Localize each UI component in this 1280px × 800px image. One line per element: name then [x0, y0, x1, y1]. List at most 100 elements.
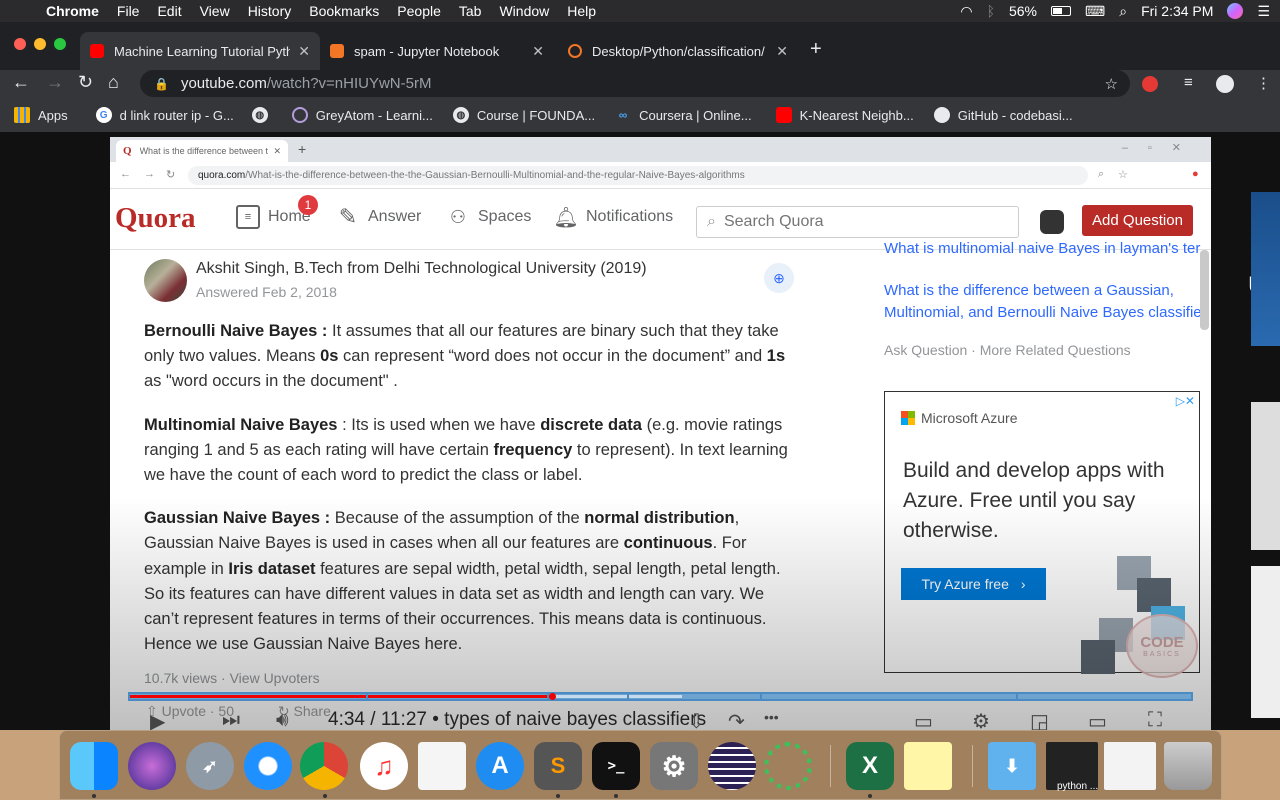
menu-people[interactable]: People — [397, 3, 441, 19]
recommended-thumbnail[interactable] — [1251, 402, 1280, 550]
play-icon[interactable]: ▶ — [150, 709, 165, 730]
launchpad-icon[interactable]: ➶ — [186, 742, 234, 790]
tab-youtube[interactable]: Machine Learning Tutorial Pyth ✕ — [80, 32, 320, 70]
lock-icon[interactable]: 🔒 — [154, 77, 169, 91]
terminal-icon[interactable]: >_ — [592, 742, 640, 790]
bookmark-dlink[interactable]: G d link router ip - G... — [95, 107, 234, 123]
wifi-icon[interactable]: ◠ — [960, 3, 972, 20]
system-preferences-icon[interactable]: ⚙ — [650, 742, 698, 790]
menu-help[interactable]: Help — [567, 3, 596, 19]
chapter-marker — [1015, 694, 1018, 699]
answer-views: 10.7k views · View Upvoters — [144, 670, 320, 687]
reload-icon: ↻ — [166, 169, 176, 181]
jupyter-icon — [568, 44, 582, 58]
trash-icon[interactable] — [1164, 742, 1212, 790]
notification-center-icon[interactable]: ☰ — [1257, 3, 1270, 20]
downloads-folder-icon[interactable]: ⬇ — [988, 742, 1036, 790]
tab-close-icon[interactable]: ✕ — [776, 43, 788, 60]
bookmark-coursera[interactable]: ∞ Coursera | Online... — [615, 107, 752, 123]
notes-icon[interactable] — [904, 742, 952, 790]
tab-jupyter-classification[interactable]: Desktop/Python/classification/ ✕ — [558, 32, 798, 70]
up-next-thumbnail[interactable] — [1251, 192, 1280, 346]
tab-jupyter-spam[interactable]: spam - Jupyter Notebook ✕ — [320, 32, 554, 70]
bookmark-greyatom[interactable]: GreyAtom - Learni... — [291, 107, 433, 123]
bluetooth-icon[interactable]: ᛒ — [987, 3, 995, 19]
miniplayer-icon[interactable]: ◲ — [1030, 709, 1049, 730]
siri-icon[interactable] — [1227, 3, 1244, 19]
chrome-menu-icon[interactable]: ⋮ — [1256, 74, 1271, 92]
excel-window-thumbnail[interactable] — [1104, 742, 1156, 790]
window-close-button[interactable] — [14, 38, 26, 50]
played-bar — [130, 695, 553, 698]
youtube-icon — [775, 107, 792, 123]
menubar-clock[interactable]: Fri 2:34 PM — [1141, 3, 1213, 19]
theater-mode-icon[interactable]: ▭ — [1088, 709, 1107, 730]
next-icon[interactable]: ⏭ — [222, 709, 240, 730]
bookmark-globe[interactable]: ◍ — [251, 107, 276, 123]
anaconda-icon[interactable] — [764, 742, 812, 790]
tab-close-icon[interactable]: ✕ — [532, 43, 544, 60]
profile-avatar-icon[interactable] — [1216, 75, 1234, 93]
quora-nav-label: Answer — [368, 208, 422, 225]
video-player[interactable]: Q What is the difference between t ✕ + –… — [110, 137, 1211, 730]
codebasics-watermark: CODE BASICS — [1126, 614, 1198, 678]
safari-icon[interactable] — [244, 742, 292, 790]
bold-term: Iris dataset — [228, 559, 316, 578]
menu-edit[interactable]: Edit — [157, 3, 181, 19]
jupyter-icon — [330, 44, 344, 58]
back-arrow-icon[interactable]: ← — [12, 72, 30, 93]
address-bar[interactable]: 🔒 youtube.com /watch?v=nHIUYwN-5rM ☆ — [140, 70, 1130, 97]
menu-window[interactable]: Window — [499, 3, 549, 19]
subtitles-icon[interactable]: ▭ — [914, 709, 933, 730]
menu-history[interactable]: History — [248, 3, 292, 19]
keyboard-icon[interactable]: ⌨ — [1085, 3, 1105, 20]
fullscreen-icon[interactable]: ⛶ — [1148, 709, 1162, 730]
chrome-toolbar: ← → ↻ ⌂ 🔒 youtube.com /watch?v=nHIUYwN-5… — [0, 70, 1280, 98]
tab-title: Machine Learning Tutorial Pyth — [114, 43, 291, 59]
excel-icon[interactable]: X — [846, 742, 894, 790]
bookmark-github[interactable]: GitHub - codebasi... — [933, 107, 1073, 123]
siri-icon[interactable] — [128, 742, 176, 790]
home-icon[interactable]: ⌂ — [108, 72, 119, 93]
media-queue-icon[interactable]: ≡ — [1184, 74, 1193, 91]
bookmark-star-icon[interactable]: ☆ — [1105, 75, 1118, 93]
macos-dock: ➶ ♫ A S >_ ⚙ X ⬇ python ... — [59, 730, 1222, 800]
battery-percent[interactable]: 56% — [1009, 3, 1037, 19]
reload-icon[interactable]: ↻ — [78, 72, 93, 93]
bookmark-label: Apps — [38, 107, 68, 123]
recommended-thumbnail[interactable] — [1251, 566, 1280, 718]
chrome-icon[interactable] — [300, 742, 348, 790]
video-progress-bar[interactable] — [128, 692, 1193, 701]
add-question-button: Add Question — [1082, 205, 1193, 236]
sublime-icon[interactable]: S — [534, 742, 582, 790]
author-avatar — [144, 259, 187, 302]
menu-view[interactable]: View — [200, 3, 230, 19]
chapter-marker — [626, 694, 629, 699]
preview-icon[interactable] — [418, 742, 466, 790]
bookmark-knn[interactable]: K-Nearest Neighb... — [775, 107, 914, 123]
finder-icon[interactable] — [70, 742, 118, 790]
eclipse-icon[interactable] — [708, 742, 756, 790]
menu-app-name[interactable]: Chrome — [46, 3, 99, 19]
bookmark-course[interactable]: ◍ Course | FOUNDA... — [452, 107, 595, 123]
tab-close-icon[interactable]: ✕ — [298, 43, 310, 60]
settings-gear-icon[interactable]: ⚙ — [972, 709, 990, 730]
microsoft-logo-square — [901, 411, 908, 418]
itunes-icon[interactable]: ♫ — [360, 742, 408, 790]
bookmark-label: GitHub - codebasi... — [957, 107, 1073, 123]
menu-tab[interactable]: Tab — [459, 3, 482, 19]
chapter-title[interactable]: types of naive bayes classifiers — [444, 709, 706, 730]
battery-icon[interactable] — [1051, 6, 1072, 16]
bookmark-apps[interactable]: Apps — [14, 107, 68, 123]
window-zoom-button[interactable] — [54, 38, 66, 50]
scrubber-handle[interactable] — [549, 693, 557, 700]
new-tab-button[interactable]: + — [810, 38, 822, 61]
forward-arrow-icon[interactable]: → — [46, 72, 64, 93]
menu-file[interactable]: File — [117, 3, 140, 19]
menu-bookmarks[interactable]: Bookmarks — [309, 3, 379, 19]
app-store-icon[interactable]: A — [476, 742, 524, 790]
spotlight-search-icon[interactable]: ⌕ — [1119, 3, 1127, 20]
window-minimize-button[interactable] — [34, 38, 46, 50]
volume-icon[interactable]: 🔊︎ — [276, 709, 289, 730]
adblock-extension-icon[interactable] — [1142, 76, 1158, 92]
